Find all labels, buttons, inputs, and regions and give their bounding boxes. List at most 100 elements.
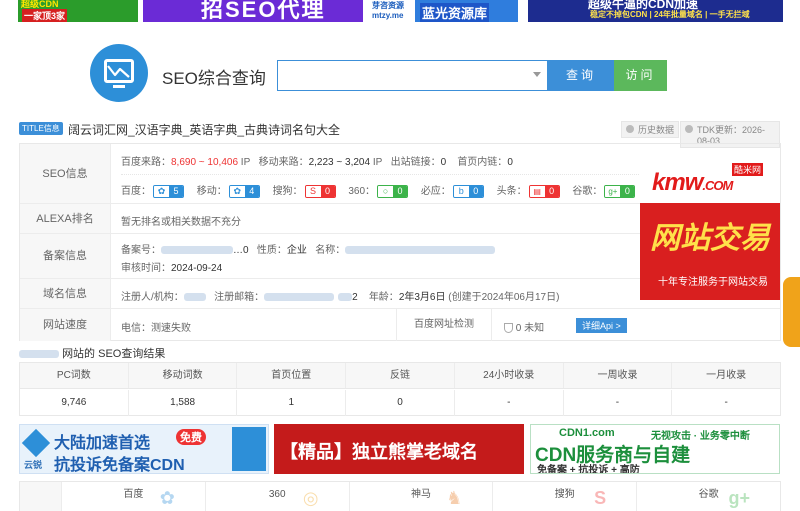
- toutiao-weight[interactable]: 头条： ▤ 0: [496, 184, 560, 198]
- results-home-position[interactable]: 1: [237, 390, 347, 416]
- so360-weight-label: 360：: [348, 186, 376, 197]
- history-dropdown-icon[interactable]: [533, 72, 541, 77]
- toutiao-weight-label: 头条：: [496, 186, 527, 197]
- bottom-ad-yunrui-logo-text: 云锐: [24, 460, 43, 470]
- speed-line: 电信：测速失败: [121, 319, 191, 334]
- engine-baidu[interactable]: 百度 ✿: [62, 482, 206, 511]
- icp-number-value[interactable]: …0: [233, 245, 249, 256]
- google-weight-value: 0: [620, 185, 635, 197]
- icp-type-label: 性质：: [256, 245, 287, 256]
- google-weight[interactable]: 谷歌： g+ 0: [572, 184, 636, 198]
- so360-icon: ○: [378, 185, 394, 197]
- engine-google[interactable]: 谷歌 g+: [637, 482, 780, 511]
- speed-label: 网站速度: [20, 309, 111, 341]
- history-icon: [626, 125, 634, 133]
- top-ad-cdn-line2: 一家顶3家: [22, 9, 68, 22]
- so360-weight-value: 0: [393, 185, 408, 197]
- toutiao-icon: ▤: [529, 185, 545, 197]
- bottom-ad-cdn1-features: 免备案 + 抗投诉 + 高防: [537, 465, 640, 474]
- toutiao-weight-value: 0: [544, 185, 559, 197]
- results-backlinks[interactable]: 0: [346, 390, 455, 416]
- results-pc-words[interactable]: 9,746: [20, 390, 129, 416]
- query-button[interactable]: 查询: [548, 60, 614, 91]
- inlinks-value[interactable]: 0: [507, 157, 513, 168]
- baidu-weight[interactable]: 百度： ✿ 5: [121, 184, 184, 198]
- shield-check-icon: [232, 427, 266, 471]
- domain-created-date: (创建于2024年06月17日): [448, 292, 560, 303]
- email-value-tail[interactable]: 2: [352, 292, 358, 303]
- icp-number-label: 备案号：: [121, 245, 161, 256]
- side-ad-cn-name: 酷米网: [732, 163, 764, 176]
- seo-traffic-line: 百度来路：8,690 ~ 10,406 IP 移动来路：2,223 ~ 3,20…: [121, 153, 513, 168]
- outlinks-value[interactable]: 0: [441, 157, 447, 168]
- results-mobile-words[interactable]: 1,588: [129, 390, 238, 416]
- mobile-weight[interactable]: 移动： ✿ 4: [196, 184, 260, 198]
- mobile-weight-value: 4: [244, 185, 259, 197]
- bottom-ad-cdn1[interactable]: CDN1.com 无视攻击 · 业务零中断 CDN服务商与自建 免备案 + 抗投…: [530, 424, 780, 474]
- icp-line2: 审核时间：2024-09-24: [121, 259, 222, 274]
- so360-weight[interactable]: 360： ○ 0: [348, 184, 409, 198]
- shield-icon: [504, 323, 513, 334]
- results-header-24h-index: 24小时收录: [455, 363, 564, 388]
- results-header-month-index: 一月收录: [706, 370, 747, 381]
- history-data-button[interactable]: 历史数据: [621, 121, 680, 138]
- bing-weight[interactable]: 必应： b 0: [420, 184, 484, 198]
- engine-360[interactable]: 360 ◎: [206, 482, 350, 511]
- side-ad-kmw[interactable]: kmw.COM 酷米网 网站交易 十年专注服务于网站交易: [640, 163, 780, 300]
- mobile-traffic-label: 移动来路：: [258, 157, 309, 168]
- page: 超级CDN 一家顶3家 招SEO代理 芽咨资源 mtzy.me 蓝光资源库 超级…: [0, 0, 800, 511]
- so360-icon: ◎: [302, 488, 319, 508]
- bottom-ad-yunrui-line1: 大陆加速首选: [54, 435, 151, 452]
- bing-weight-value: 0: [468, 185, 483, 197]
- detail-api-button[interactable]: 详细Api >: [576, 318, 627, 333]
- alexa-label: ALEXA排名: [20, 204, 111, 233]
- sogou-weight[interactable]: 搜狗： S 0: [273, 184, 336, 198]
- speed-row: 网站速度 电信：测速失败 百度网址检测 0 未知 详细Api >: [20, 309, 780, 341]
- bottom-ad-yunrui-line2: 抗投诉免备案CDN: [54, 457, 185, 474]
- bottom-ad-domains[interactable]: 【精品】独立熊掌老域名: [274, 424, 524, 474]
- engine-sogou-label: 搜狗: [554, 489, 575, 500]
- top-ad-seo-agent[interactable]: 招SEO代理: [143, 0, 363, 22]
- results-header-week-index: 一周收录: [564, 363, 673, 388]
- engine-360-label: 360: [268, 489, 286, 500]
- bing-weight-label: 必应：: [420, 186, 451, 197]
- mobile-weight-label: 移动：: [196, 186, 227, 197]
- bottom-ad-yunrui[interactable]: 云锐 大陆加速首选 免费 抗投诉免备案CDN: [19, 424, 269, 474]
- baidu-traffic-value[interactable]: 8,690 ~ 10,406: [171, 157, 238, 168]
- mobile-traffic-value[interactable]: 2,223 ~ 3,204: [309, 157, 370, 168]
- bottom-ad-cdn1-brand: CDN1.com: [559, 427, 615, 439]
- icp-review-label: 审核时间：: [121, 263, 171, 274]
- baidu-weight-value: 5: [169, 185, 183, 197]
- yunrui-logo-icon: [21, 428, 51, 458]
- domain-line: 注册人/机构： 注册邮箱： 2 年龄：2年3月6日 (创建于2024年06月17日…: [121, 288, 559, 303]
- outlinks-label: 出站链接：: [390, 157, 441, 168]
- top-ad-cdn[interactable]: 超级CDN 一家顶3家: [18, 0, 138, 22]
- top-ad-super-cdn-sub: 稳定不掉包CDN | 24年批量域名 | 一手无拦域: [590, 10, 750, 19]
- icp-line1: 备案号： …0 性质：企业 名称：: [121, 241, 496, 256]
- bottom-ad-yunrui-free-badge: 免费: [176, 429, 206, 445]
- search-box[interactable]: [277, 60, 548, 91]
- seo-info-label: SEO信息: [20, 144, 111, 203]
- bing-icon: b: [453, 185, 469, 197]
- history-data-label: 历史数据: [638, 125, 675, 135]
- site-title-text: 阔云词汇网_汉语字典_英语字典_古典诗词名句大全: [68, 123, 341, 137]
- icp-label: 备案信息: [20, 234, 111, 278]
- page-title: SEO综合查询: [162, 69, 266, 88]
- engine-sogou[interactable]: 搜狗 S: [493, 482, 638, 511]
- icp-type-value: 企业: [286, 245, 307, 256]
- top-ad-super-cdn[interactable]: 超级牛逼的CDN加速 稳定不掉包CDN | 24年批量域名 | 一手无拦域: [528, 0, 783, 22]
- top-ad-seo-agent-text: 招SEO代理: [201, 0, 326, 22]
- visit-button[interactable]: 访问: [614, 60, 667, 91]
- search-input[interactable]: [278, 61, 518, 90]
- engine-shenma[interactable]: 神马 ♞: [350, 482, 494, 511]
- telecom-label: 电信：: [121, 323, 151, 334]
- seo-chart-logo-icon[interactable]: [90, 44, 148, 102]
- results-header-backlinks: 反链: [346, 363, 455, 388]
- baidu-paw-icon: ✿: [159, 488, 175, 508]
- edge-floating-ad[interactable]: [783, 277, 800, 347]
- results-header-mobile-words: 移动词数: [129, 363, 238, 388]
- registrant-label: 注册人/机构：: [121, 292, 184, 303]
- mobile-traffic-unit: IP: [372, 157, 383, 168]
- shenma-icon: ♞: [446, 488, 463, 508]
- top-ad-resources[interactable]: 芽咨资源 mtzy.me 蓝光资源库: [370, 0, 518, 22]
